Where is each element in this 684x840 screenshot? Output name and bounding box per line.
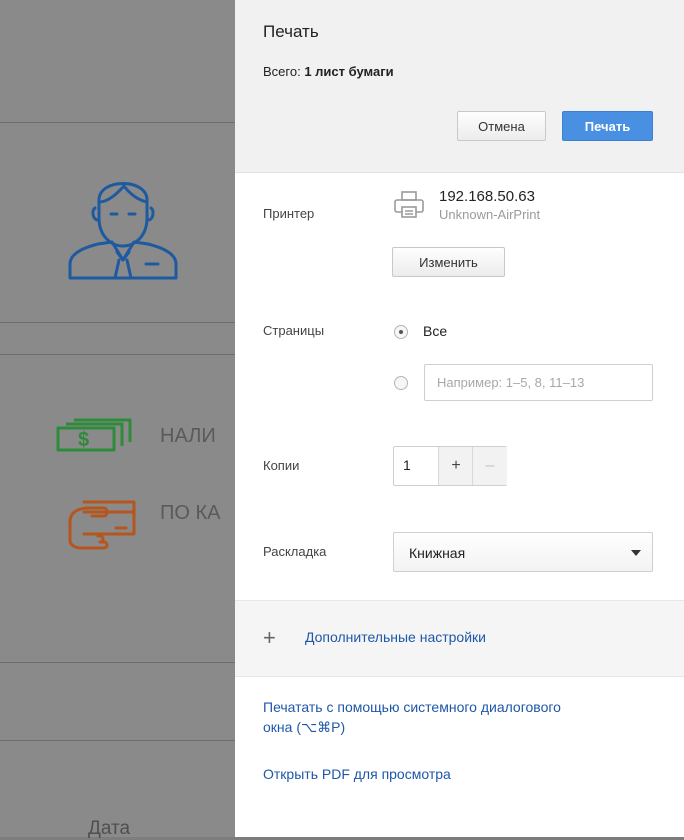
printer-icon xyxy=(394,191,424,218)
chevron-down-icon xyxy=(631,550,641,556)
print-dialog: Печать Всего: 1 лист бумаги Отмена Печат… xyxy=(235,0,684,837)
plus-icon: + xyxy=(263,625,276,650)
layout-selected-value: Книжная xyxy=(409,545,466,561)
copies-stepper: 1 + – xyxy=(393,446,507,486)
divider xyxy=(0,122,235,123)
change-printer-button[interactable]: Изменить xyxy=(392,247,505,277)
cash-option-label: НАЛИ xyxy=(160,425,216,447)
layout-label: Раскладка xyxy=(263,544,327,559)
printer-label: Принтер xyxy=(263,206,315,221)
system-dialog-link[interactable]: Печатать с помощью системного диалоговог… xyxy=(263,697,561,737)
divider xyxy=(0,322,235,323)
background-page: $ НАЛИ ПО КА Дата xyxy=(0,0,235,839)
system-dialog-link-line2[interactable]: окна (⌥⌘P) xyxy=(263,717,561,737)
card-icon xyxy=(68,500,136,550)
summary-value: 1 лист бумаги xyxy=(304,64,394,79)
copies-value[interactable]: 1 xyxy=(403,457,411,473)
print-button[interactable]: Печать xyxy=(562,111,653,141)
more-settings-row[interactable]: + Дополнительные настройки xyxy=(235,600,684,677)
dialog-title: Печать xyxy=(263,22,319,41)
copies-decrement-button[interactable]: – xyxy=(472,447,507,485)
copies-label: Копии xyxy=(263,458,300,473)
system-dialog-link-line1[interactable]: Печатать с помощью системного диалоговог… xyxy=(263,697,561,717)
avatar-icon xyxy=(68,182,178,280)
pages-custom-radio[interactable] xyxy=(394,376,408,390)
pages-range-input[interactable] xyxy=(424,364,653,401)
more-settings-link[interactable]: Дополнительные настройки xyxy=(305,629,486,645)
card-option-label: ПО КА xyxy=(160,502,221,524)
cancel-button[interactable]: Отмена xyxy=(457,111,546,141)
printer-name: 192.168.50.63 xyxy=(439,188,535,205)
sheet-summary: Всего: 1 лист бумаги xyxy=(263,64,394,79)
copies-increment-button[interactable]: + xyxy=(438,447,473,485)
summary-prefix: Всего: xyxy=(263,64,305,79)
divider xyxy=(0,354,235,355)
layout-select[interactable]: Книжная xyxy=(393,532,653,572)
open-pdf-link[interactable]: Открыть PDF для просмотра xyxy=(263,764,451,784)
printer-model: Unknown-AirPrint xyxy=(439,207,541,222)
cash-icon: $ xyxy=(56,418,132,452)
print-dialog-header: Печать Всего: 1 лист бумаги Отмена Печат… xyxy=(235,0,684,173)
divider xyxy=(0,740,235,741)
pages-label: Страницы xyxy=(263,323,325,338)
pages-all-radio[interactable] xyxy=(394,325,408,339)
divider xyxy=(0,662,235,663)
svg-text:$: $ xyxy=(78,429,89,451)
pages-all-label: Все xyxy=(423,323,448,339)
